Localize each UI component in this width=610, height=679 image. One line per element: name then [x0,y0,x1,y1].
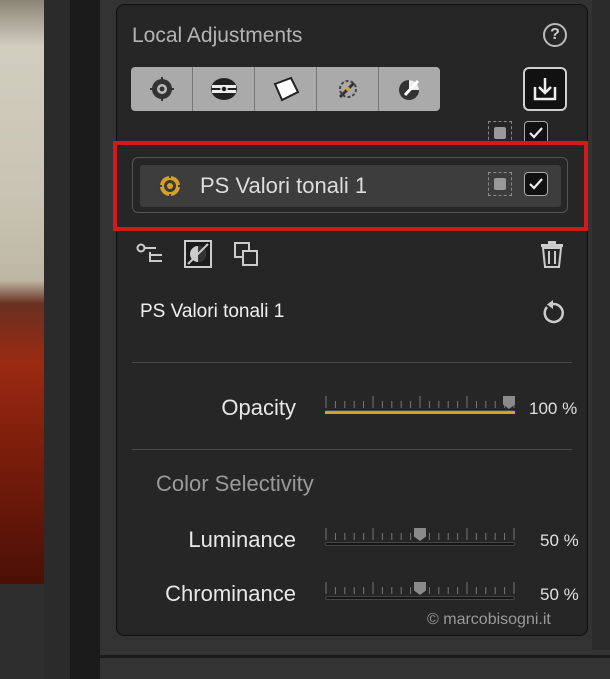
help-button[interactable]: ? [543,23,567,47]
control-point-icon [149,77,174,101]
save-download-icon [533,78,557,101]
divider [132,449,572,450]
gradient-icon [210,78,237,100]
slider-fill [325,411,515,414]
trash-icon [541,241,563,268]
chrominance-label: Chrominance [165,581,296,606]
panel-gutter [70,0,100,679]
slider-track [325,542,515,546]
key-mask-button[interactable] [136,242,164,269]
color-selectivity-title: Color Selectivity [156,471,314,496]
key-list-icon [136,243,162,262]
tool-group [131,67,440,111]
chrominance-slider[interactable] [325,580,515,602]
invert-mask-button[interactable] [184,240,212,268]
duplicate-icon [234,242,258,266]
luminance-slider[interactable] [325,526,515,548]
brush-tool-button[interactable] [317,67,379,111]
brush-icon [338,80,357,99]
color-picker-icon [398,79,419,100]
slider-ticks [325,396,515,408]
photo-preview [0,0,44,584]
checkmark-icon [529,127,543,139]
duplicate-button[interactable] [233,241,259,272]
save-preset-button[interactable] [523,67,567,111]
slider-track [325,596,515,600]
opacity-label: Opacity [221,395,296,420]
polygon-lasso-icon [273,76,299,102]
reset-icon [543,300,564,324]
control-point-tool-button[interactable] [131,67,193,111]
reset-button[interactable] [540,300,566,331]
highlight-frame [113,141,588,231]
invert-mask-icon [187,243,209,265]
gradient-tool-button[interactable] [193,67,255,111]
panel-title: Local Adjustments [132,24,303,47]
panel-divider [100,655,610,658]
layer-settings-title: PS Valori tonali 1 [140,301,285,322]
opacity-value: 100 % [529,399,578,418]
opacity-slider[interactable] [325,394,515,416]
watermark: © marcobisogni.it [427,611,551,628]
luminance-value: 50 % [540,531,579,550]
chrominance-value: 50 % [540,585,579,604]
luminance-label: Luminance [188,527,296,552]
polygon-tool-button[interactable] [255,67,317,111]
color-picker-tool-button[interactable] [379,67,440,111]
preview-frame [44,0,70,679]
scrollbar[interactable] [592,0,610,650]
divider [132,362,572,363]
delete-button[interactable] [539,240,565,273]
